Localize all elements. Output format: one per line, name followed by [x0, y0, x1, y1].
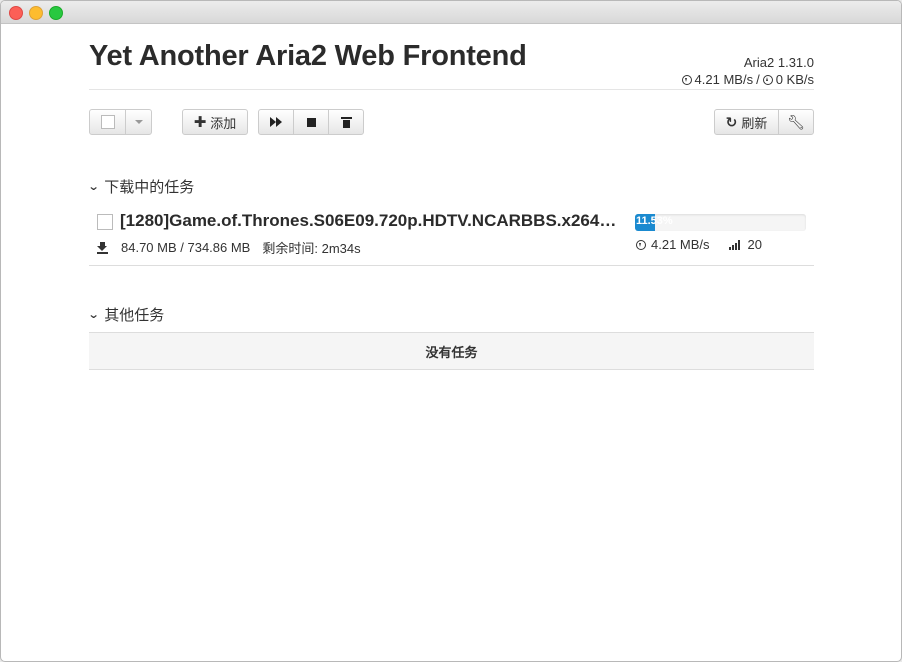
start-button[interactable]	[258, 109, 294, 135]
add-task-label: 添加	[210, 115, 237, 131]
refresh-icon: ↻	[725, 113, 738, 130]
empty-task-list: 没有任务	[89, 332, 814, 370]
other-tasks-header[interactable]: ⌄ 其他任务	[87, 304, 165, 325]
global-speed: 4.21 MB/s / 0 KB/s	[681, 72, 814, 87]
task-speed-info: 4.21 MB/s 20	[636, 237, 762, 252]
signal-icon	[728, 239, 740, 250]
upload-speed-icon	[762, 74, 773, 85]
minimize-window-button[interactable]	[29, 6, 43, 20]
refresh-settings-group: ↻ 刷新 🔧︎	[714, 109, 814, 135]
aria2-version: Aria2 1.31.0	[743, 55, 814, 70]
stop-button[interactable]	[293, 109, 329, 135]
download-speed-icon	[681, 74, 692, 85]
speed-separator: /	[756, 72, 760, 87]
chevron-down-icon: ⌄	[87, 309, 100, 321]
global-upload-speed: 0 KB/s	[775, 72, 814, 87]
checkbox-icon	[100, 115, 115, 129]
download-icon	[97, 241, 108, 254]
active-tasks-title: 下载中的任务	[104, 179, 195, 196]
trash-icon	[340, 116, 352, 128]
select-all-checkbox-button[interactable]	[89, 109, 126, 135]
settings-button[interactable]: 🔧︎	[778, 109, 814, 135]
task-connections: 20	[747, 237, 762, 252]
task-size-progress: 84.70 MB / 734.86 MB	[121, 240, 251, 255]
toolbar: ✚ 添加 ↻ 刷新 🔧︎	[89, 109, 814, 139]
app-title: Yet Another Aria2 Web Frontend	[89, 40, 527, 72]
task-meta: 84.70 MB / 734.86 MB 剩余时间: 2m34s	[97, 238, 361, 257]
add-task-button[interactable]: ✚ 添加	[182, 109, 248, 135]
zoom-window-button[interactable]	[49, 6, 63, 20]
fast-forward-icon	[270, 117, 282, 127]
app-window: Yet Another Aria2 Web Frontend Aria2 1.3…	[0, 0, 902, 662]
chevron-down-icon: ⌄	[87, 181, 100, 193]
main-content: Yet Another Aria2 Web Frontend Aria2 1.3…	[88, 23, 814, 370]
no-tasks-label: 没有任务	[425, 344, 478, 360]
page-header: Yet Another Aria2 Web Frontend Aria2 1.3…	[89, 23, 814, 90]
caret-down-icon	[134, 120, 143, 124]
plus-icon: ✚	[193, 114, 207, 131]
task-eta: 剩余时间: 2m34s	[262, 241, 361, 256]
refresh-button[interactable]: ↻ 刷新	[714, 109, 779, 135]
task-download-speed: 4.21 MB/s	[651, 237, 710, 252]
task-progress-label: 11.53%	[636, 215, 673, 227]
task-progress-bar: 11.53%	[635, 214, 806, 231]
select-all-group	[89, 109, 152, 135]
title-bar	[1, 1, 901, 24]
active-tasks-header[interactable]: ⌄ 下载中的任务	[87, 176, 195, 197]
task-actions-group	[258, 109, 364, 135]
select-dropdown-button[interactable]	[125, 109, 152, 135]
global-download-speed: 4.21 MB/s	[694, 72, 754, 87]
delete-button[interactable]	[328, 109, 364, 135]
wrench-icon: 🔧︎	[787, 113, 805, 130]
refresh-label: 刷新	[741, 115, 768, 131]
task-checkbox[interactable]	[97, 214, 113, 230]
close-window-button[interactable]	[9, 6, 23, 20]
other-tasks-title: 其他任务	[104, 307, 165, 324]
task-download-speed-icon	[636, 239, 646, 250]
stop-icon	[306, 117, 316, 127]
task-name: [1280]Game.of.Thrones.S06E09.720p.HDTV.N…	[120, 211, 620, 230]
